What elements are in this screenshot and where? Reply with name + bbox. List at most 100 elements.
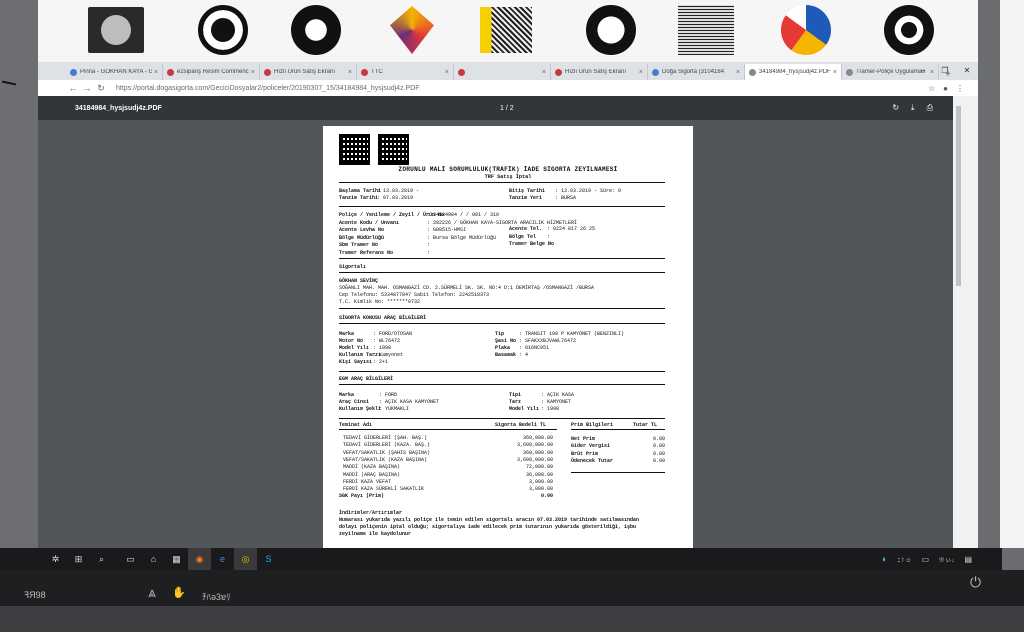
tab-label: Pinna - GÖKHAN KAYA - Gi xyxy=(80,69,152,75)
minimize-icon[interactable]: – xyxy=(912,62,934,80)
search-icon[interactable]: ⌕ xyxy=(90,548,113,570)
edge-icon[interactable]: e xyxy=(211,548,234,570)
insured-line: T.C. Kimlik No: *******0732 xyxy=(339,299,421,305)
field-value: : TRANSIT 190 P KAMYONET (BENZINLI) xyxy=(519,331,625,337)
document-title: ZORUNLU MALİ SORUMLULUK(TRAFİK) İADE SİG… xyxy=(398,166,618,173)
noise-pattern-icon[interactable] xyxy=(678,3,734,57)
tab-close-icon[interactable]: × xyxy=(736,69,740,76)
tab-close-icon[interactable]: × xyxy=(542,69,546,76)
field-label: Acente Tel. xyxy=(509,226,543,232)
tab-close-icon[interactable]: × xyxy=(833,69,837,76)
url-field[interactable]: https://portal.dogasigorta.com/GeciciDos… xyxy=(116,85,928,92)
field-value: : BURSA xyxy=(555,195,577,201)
badge-icon[interactable] xyxy=(195,3,251,57)
field-value: : 1998 xyxy=(373,345,392,351)
store-icon[interactable]: ⌂ xyxy=(142,548,165,570)
maximize-icon[interactable]: ❐ xyxy=(934,62,956,80)
menu-dots-icon[interactable]: ⋮ xyxy=(956,84,964,93)
colorful-lamp-icon[interactable] xyxy=(384,3,440,57)
field-label: Tanzim Tarihi xyxy=(339,195,379,201)
firefox-icon[interactable]: ◉ xyxy=(188,548,211,570)
browser-tab[interactable]: TTC × xyxy=(357,64,454,80)
tab-close-icon[interactable]: × xyxy=(154,69,158,76)
tab-favicon-icon xyxy=(458,68,465,76)
reload-icon[interactable]: ↻ xyxy=(94,83,108,94)
field-value: : 016NC951 xyxy=(519,345,550,351)
tab-favicon-icon xyxy=(70,68,77,76)
chat-icon[interactable]: ▭ xyxy=(922,555,930,564)
download-icon[interactable]: ⤓ xyxy=(911,103,915,113)
monitor: Pinna - GÖKHAN KAYA - Gi × e2sipariş Resim… xyxy=(0,0,1024,632)
field-label: Tanzim Yeri xyxy=(509,195,543,201)
cable xyxy=(1,80,17,86)
color-wheel-icon[interactable]: ◐ xyxy=(882,554,887,564)
desk-edge xyxy=(0,606,1024,632)
field-value: : WL76472 xyxy=(373,338,401,344)
field-label: Marka xyxy=(339,392,355,398)
tab-favicon-icon xyxy=(264,68,271,76)
divider-line xyxy=(339,308,665,309)
browser-tab[interactable]: 34184984_hysjsudj4z.PDF × xyxy=(745,64,842,80)
monogram-circle-icon[interactable] xyxy=(881,3,937,57)
vertical-scrollbar[interactable] xyxy=(953,96,978,548)
pdf-filename: 34184984_hysjsudj4z.PDF xyxy=(75,104,162,112)
field-label: Sbm Tramer No xyxy=(339,242,379,248)
skype-icon[interactable]: S xyxy=(257,548,280,570)
chrome-icon[interactable]: ◎ xyxy=(234,548,257,570)
forward-icon[interactable]: → xyxy=(80,83,94,93)
photo-thumbnail-icon[interactable] xyxy=(88,3,144,57)
field-value: : 0224 817 26 25 xyxy=(547,226,596,232)
close-window-icon[interactable]: ✕ xyxy=(956,62,978,80)
start-icon[interactable]: ⊞ xyxy=(67,548,90,570)
profile-icon[interactable]: ● xyxy=(943,84,948,93)
monitor-bezel-left xyxy=(0,0,38,548)
premium-amount: 0.00 xyxy=(652,436,665,442)
field-value: : xyxy=(547,241,551,247)
bookmark-star-icon[interactable]: ☆ xyxy=(928,84,935,93)
tab-close-icon[interactable]: × xyxy=(639,69,643,76)
field-label: Şasi No xyxy=(495,338,517,344)
field-value: : xyxy=(547,233,551,240)
field-label: Acente Kodu / Unvanı xyxy=(339,219,400,226)
scrollbar-thumb[interactable] xyxy=(956,106,961,286)
field-value: : Bursa Bölge Müdürlüğü xyxy=(427,234,497,241)
tricolor-logo-icon[interactable] xyxy=(778,3,834,57)
system-tray: ◐ ﾆ ! ☺ ▭ ﾘ! ぃ↓ ▤ xyxy=(882,548,972,570)
divider-line xyxy=(339,182,665,183)
coverage-amount: 3,600,000.00 xyxy=(516,456,553,463)
back-icon[interactable]: ← xyxy=(66,83,80,93)
coverage-amount: 3,600,000.00 xyxy=(516,442,553,449)
field-label: Bölge Tel xyxy=(509,233,537,240)
pdf-page: ZORUNLU MALİ SORUMLULUK(TRAFİK) İADE SİG… xyxy=(323,126,693,548)
browser-tab[interactable]: × xyxy=(454,64,551,80)
calculator-icon[interactable]: ▦ xyxy=(165,548,188,570)
divider-line xyxy=(339,429,557,430)
divider-line xyxy=(339,418,665,419)
browser-tab[interactable]: Pinna - GÖKHAN KAYA - Gi × xyxy=(66,64,163,80)
pdf-toolbar: 34184984_hysjsudj4z.PDF 1 / 2 ↻ ⤓ ⎙ xyxy=(38,96,953,120)
tab-close-icon[interactable]: × xyxy=(348,69,352,76)
pattern-square-icon[interactable] xyxy=(478,3,534,57)
field-label: Plaka xyxy=(495,345,511,351)
divider-line xyxy=(339,258,665,259)
browser-tab[interactable]: Hızlı Ürün Satış Ekranı × xyxy=(260,64,357,80)
notification-icon[interactable]: ▤ xyxy=(964,555,972,564)
browser-tab[interactable]: Hızlı Ürün Satış Ekranı × xyxy=(551,64,648,80)
browser-tab[interactable]: Doğa Sigorta (3104184 × xyxy=(648,64,745,80)
field-value: : FORD xyxy=(379,392,398,398)
premium-amount: 0.00 xyxy=(652,450,665,457)
premium-name: Net Prim xyxy=(571,436,596,442)
tab-label: Doğa Sigorta (3104184 xyxy=(662,69,725,75)
file-explorer-icon[interactable]: ▭ xyxy=(119,548,142,570)
tab-close-icon[interactable]: × xyxy=(251,69,255,76)
section-heading: SİGORTA KONUSU ARAÇ BİLGİLERİ xyxy=(339,315,427,321)
tab-label: Hızlı Ürün Satış Ekranı xyxy=(274,69,336,75)
browser-tab[interactable]: e2sipariş Resim Commenc × xyxy=(163,64,260,80)
gear-circle-icon[interactable] xyxy=(288,3,344,57)
coverage-amount: 3,000.00 xyxy=(528,478,553,485)
tab-close-icon[interactable]: × xyxy=(445,69,449,76)
rotate-icon[interactable]: ↻ xyxy=(892,103,899,113)
settings-icon[interactable]: ✲ xyxy=(44,548,67,570)
mountain-circle-icon[interactable] xyxy=(583,3,639,57)
print-icon[interactable]: ⎙ xyxy=(927,103,933,113)
